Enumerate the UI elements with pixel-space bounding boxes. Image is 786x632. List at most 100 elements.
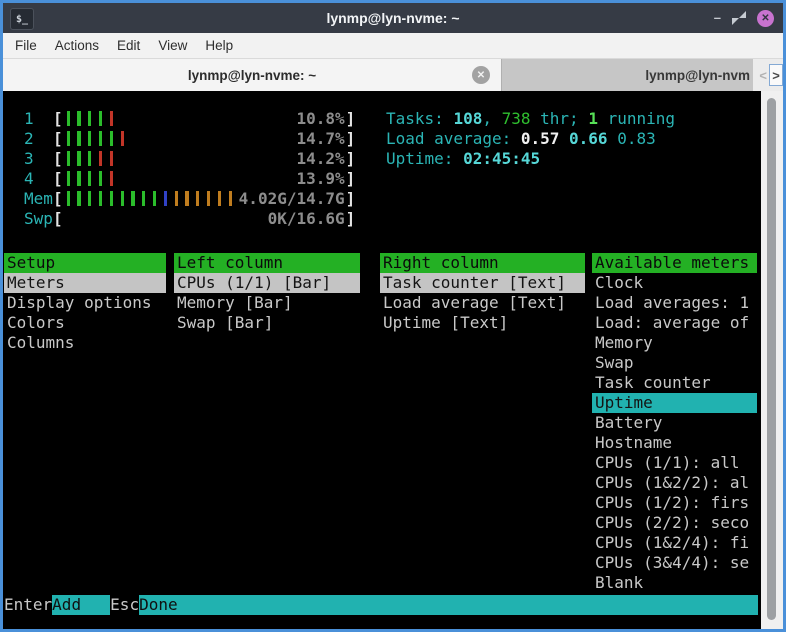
scrollbar-thumb[interactable] <box>767 98 776 620</box>
green-meter-bar <box>99 171 102 186</box>
orange-meter-bar <box>185 191 188 206</box>
threads-label: thr; <box>531 109 589 128</box>
cpu4-label: 4 <box>24 169 53 189</box>
cpu2-label: 2 <box>24 129 53 149</box>
panel-available-meters-item[interactable]: CPUs (1/1): all <box>592 453 757 473</box>
tab-scroll-area: < > <box>753 59 783 91</box>
window-title: lynmp@lyn-nvme: ~ <box>3 10 783 26</box>
panel-available-meters-item[interactable]: Battery <box>592 413 757 433</box>
panel-right-column-item[interactable]: Uptime [Text] <box>380 313 585 333</box>
panel-setup: Setup MetersDisplay optionsColorsColumns <box>4 253 166 353</box>
panel-available-meters-item[interactable]: CPUs (3&4/4): se <box>592 553 757 573</box>
menu-item[interactable]: File <box>6 38 46 53</box>
terminal-app-icon: $_ <box>10 8 34 30</box>
maximize-arrow-sw <box>732 18 739 25</box>
red-meter-bar <box>110 171 113 186</box>
panel-available-meters-item[interactable]: CPUs (1&2/4): fi <box>592 533 757 553</box>
mem-meter: Mem[4.02G/14.7G] <box>24 189 355 209</box>
green-meter-bar <box>88 151 91 166</box>
panel-setup-item[interactable]: Meters <box>4 273 166 293</box>
red-meter-bar <box>121 131 124 146</box>
panel-left-column-item[interactable]: Swap [Bar] <box>174 313 360 333</box>
cpu4-meter: 4[13.9%] <box>24 169 355 189</box>
bracket-close: ] <box>346 129 356 149</box>
panel-available-meters-item[interactable]: CPUs (1/2): firs <box>592 493 757 513</box>
title-bar[interactable]: $_ lynmp@lyn-nvme: ~ – ✕ <box>3 3 783 33</box>
cpu3-bar-area: 14.2% <box>63 149 346 169</box>
green-meter-bar <box>121 191 124 206</box>
maximize-arrow-ne <box>739 11 746 18</box>
panel-left-column-item[interactable]: CPUs (1/1) [Bar] <box>174 273 360 293</box>
tab-scroll-right-icon[interactable]: > <box>769 64 783 86</box>
green-meter-bar <box>110 131 113 146</box>
menu-item[interactable]: View <box>149 38 196 53</box>
add-button[interactable]: Add <box>52 595 110 615</box>
panel-available-meters-item[interactable]: Clock <box>592 273 757 293</box>
load-15min: 0.83 <box>617 129 656 148</box>
panel-available-meters-item[interactable]: Load: average of <box>592 313 757 333</box>
done-button[interactable]: Done <box>139 595 758 615</box>
load-line: Load average: 0.57 0.66 0.83 <box>386 129 656 149</box>
tab-close-icon[interactable]: ✕ <box>472 66 490 84</box>
uptime-value: 02:45:45 <box>463 149 540 168</box>
red-meter-bar <box>110 151 113 166</box>
green-meter-bar <box>77 171 80 186</box>
panel-right-column-item[interactable]: Load average [Text] <box>380 293 585 313</box>
green-meter-bar <box>110 191 113 206</box>
green-meter-bar <box>67 111 70 126</box>
menu-item[interactable]: Actions <box>46 38 108 53</box>
panel-setup-item[interactable]: Columns <box>4 333 166 353</box>
panel-available-meters-item[interactable]: Load averages: 1 <box>592 293 757 313</box>
panel-available-meters-item[interactable]: Hostname <box>592 433 757 453</box>
green-meter-bar <box>67 131 70 146</box>
bracket-open: [ <box>53 129 63 149</box>
bracket-open: [ <box>53 149 63 169</box>
panel-setup-item[interactable]: Colors <box>4 313 166 333</box>
cpu2-value: 14.7% <box>296 129 344 149</box>
terminal-viewport[interactable]: 1[10.8%] 2[14.7%] 3[14.2%] 4[13.9%] Mem[… <box>3 91 783 629</box>
green-meter-bar <box>153 191 156 206</box>
scrollbar-track[interactable] <box>761 91 783 629</box>
minimize-icon[interactable]: – <box>714 13 721 23</box>
close-icon[interactable]: ✕ <box>757 10 774 27</box>
red-meter-bar <box>110 111 113 126</box>
panel-right-column: Right column Task counter [Text]Load ave… <box>380 253 585 333</box>
running-count: 1 <box>588 109 598 128</box>
tab-inactive[interactable]: lynmp@lyn-nvm <box>502 59 753 91</box>
panel-setup-item[interactable]: Display options <box>4 293 166 313</box>
green-meter-bar <box>67 191 70 206</box>
cpu3-label: 3 <box>24 149 53 169</box>
cpu1-value: 10.8% <box>296 109 344 129</box>
panel-available-meters-item[interactable]: Uptime <box>592 393 757 413</box>
tasks-separator: , <box>482 109 501 128</box>
green-meter-bar <box>77 191 80 206</box>
panel-available-meters-item[interactable]: Task counter <box>592 373 757 393</box>
panel-available-meters-item[interactable]: CPUs (1&2/2): al <box>592 473 757 493</box>
tasks-label: Tasks: <box>386 109 453 128</box>
bracket-open: [ <box>53 169 63 189</box>
panel-left-column-item[interactable]: Memory [Bar] <box>174 293 360 313</box>
orange-meter-bar <box>175 191 178 206</box>
tab-scroll-left-icon[interactable]: < <box>757 68 769 83</box>
menu-item[interactable]: Edit <box>108 38 149 53</box>
green-meter-bar <box>99 111 102 126</box>
panel-available-meters-item[interactable]: Blank <box>592 573 757 593</box>
bracket-open: [ <box>53 209 63 229</box>
cpu4-value: 13.9% <box>296 169 344 189</box>
cpu3-value: 14.2% <box>296 149 344 169</box>
cpu1-meter: 1[10.8%] <box>24 109 355 129</box>
panel-right-column-item[interactable]: Task counter [Text] <box>380 273 585 293</box>
uptime-line: Uptime: 02:45:45 <box>386 149 540 169</box>
green-meter-bar <box>88 131 91 146</box>
panel-available-meters-item[interactable]: CPUs (2/2): seco <box>592 513 757 533</box>
panel-available-meters-header: Available meters <box>592 253 757 273</box>
menu-item[interactable]: Help <box>196 38 242 53</box>
panel-available-meters-item[interactable]: Memory <box>592 333 757 353</box>
maximize-icon[interactable] <box>732 11 746 25</box>
panel-available-meters-item[interactable]: Swap <box>592 353 757 373</box>
red-meter-bar <box>99 151 102 166</box>
green-meter-bar <box>88 111 91 126</box>
swp-bar-area: 0K/16.6G <box>63 209 346 229</box>
bracket-open: [ <box>53 189 63 209</box>
tab-active[interactable]: lynmp@lyn-nvme: ~ ✕ <box>3 59 502 91</box>
